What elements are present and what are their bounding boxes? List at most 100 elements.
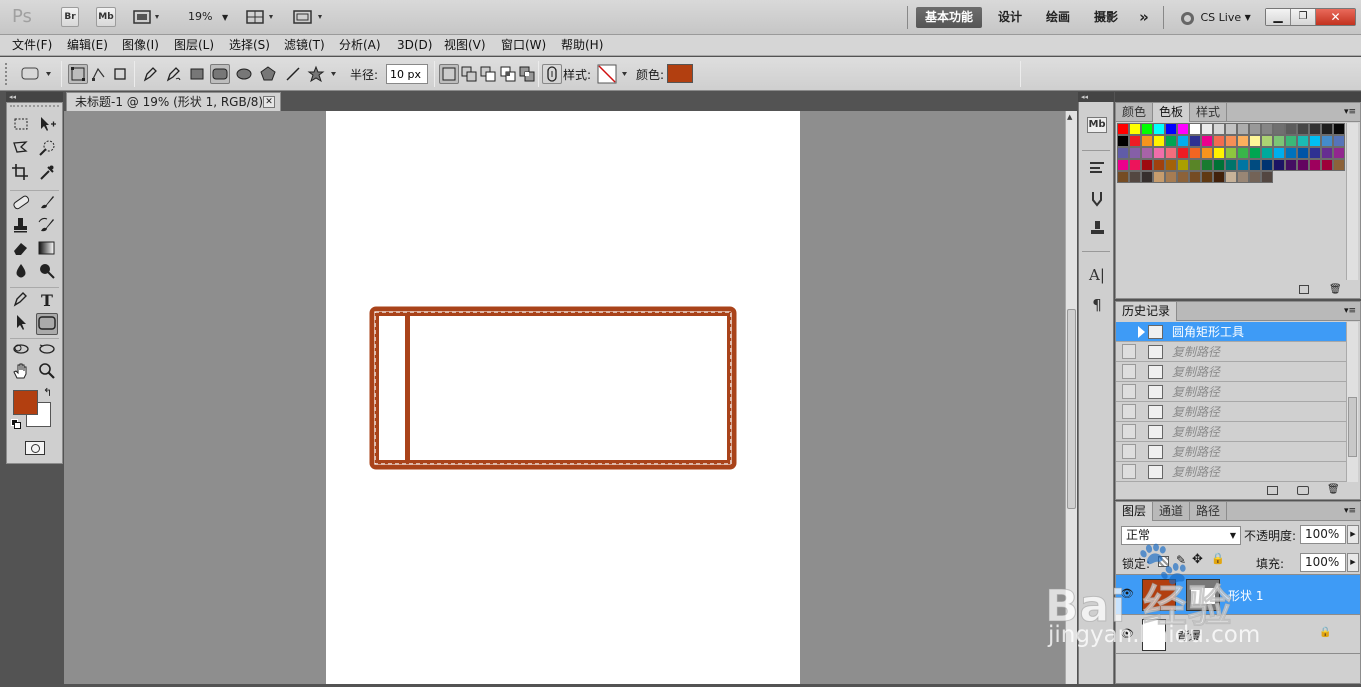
history-item[interactable]: 复制路径: [1116, 382, 1346, 402]
clone-source-button[interactable]: [1084, 219, 1110, 245]
lock-transparent-pixels-icon[interactable]: [1158, 556, 1169, 567]
color-swatch[interactable]: [1153, 171, 1165, 183]
tab-color[interactable]: 颜色: [1116, 103, 1154, 122]
mini-bridge-panel-button[interactable]: Mb: [1087, 117, 1107, 133]
menu-view[interactable]: 视图(V): [444, 37, 486, 54]
menu-image[interactable]: 图像(I): [122, 37, 159, 54]
color-swatch[interactable]: [1189, 171, 1201, 183]
zoom-level[interactable]: 19% ▼: [188, 10, 228, 23]
fill-slider-arrow-icon[interactable]: ▶: [1347, 553, 1359, 572]
color-swatch[interactable]: [1189, 123, 1201, 135]
color-swatch[interactable]: [1177, 123, 1189, 135]
add-to-shape-area-button[interactable]: [459, 64, 479, 84]
menu-select[interactable]: 选择(S): [229, 37, 270, 54]
color-swatch[interactable]: [1177, 135, 1189, 147]
zoom-tool[interactable]: [36, 362, 58, 384]
menu-edit[interactable]: 编辑(E): [67, 37, 108, 54]
color-swatch[interactable]: [1237, 171, 1249, 183]
canvas-area[interactable]: [64, 111, 1065, 684]
color-swatch[interactable]: [1201, 171, 1213, 183]
type-tool[interactable]: T: [36, 290, 58, 312]
color-swatch[interactable]: [1141, 135, 1153, 147]
swatch-grid[interactable]: [1117, 123, 1345, 183]
history-snapshot-checkbox[interactable]: [1122, 444, 1136, 459]
document-tab[interactable]: 未标题-1 @ 19% (形状 1, RGB/8) * ✕: [66, 92, 281, 111]
extras-menu-button[interactable]: [133, 9, 163, 25]
history-item[interactable]: 圆角矩形工具: [1116, 322, 1346, 342]
swatches-scrollbar[interactable]: [1346, 123, 1358, 280]
brushes-panel-button[interactable]: [1084, 189, 1110, 215]
lasso-tool[interactable]: [10, 139, 32, 161]
tab-swatches[interactable]: 色板: [1153, 103, 1191, 122]
3d-orbit-tool[interactable]: [36, 340, 58, 362]
color-swatch[interactable]: [1141, 147, 1153, 159]
color-swatch[interactable]: [1321, 123, 1333, 135]
color-swatch[interactable]: [1333, 147, 1345, 159]
color-swatch[interactable]: [1129, 159, 1141, 171]
layer-row[interactable]: 👁 背景 🔒: [1116, 614, 1360, 654]
shape-color-swatch[interactable]: [667, 64, 693, 83]
color-swatch[interactable]: [1273, 147, 1285, 159]
lock-image-pixels-icon[interactable]: ✎: [1176, 553, 1186, 567]
color-swatch[interactable]: [1273, 135, 1285, 147]
foreground-color-swatch[interactable]: [13, 390, 38, 415]
color-swatch[interactable]: [1273, 159, 1285, 171]
color-swatch[interactable]: [1249, 159, 1261, 171]
color-swatch[interactable]: [1177, 147, 1189, 159]
scroll-up-arrow[interactable]: ▲: [1067, 113, 1072, 121]
color-swatch[interactable]: [1249, 123, 1261, 135]
color-swatch[interactable]: [1153, 159, 1165, 171]
3d-rotate-tool[interactable]: [10, 340, 32, 362]
blend-mode-select[interactable]: 正常 ▼: [1121, 526, 1241, 545]
close-button[interactable]: ✕: [1316, 9, 1355, 25]
shape-layers-mode-button[interactable]: [68, 64, 88, 84]
color-swatch[interactable]: [1213, 147, 1225, 159]
color-swatch[interactable]: [1285, 159, 1297, 171]
line-shape-button[interactable]: [283, 64, 303, 84]
vertical-scrollbar[interactable]: ▲: [1065, 111, 1077, 684]
color-swatch[interactable]: [1201, 147, 1213, 159]
history-item[interactable]: 复制路径: [1116, 442, 1346, 462]
history-item[interactable]: 复制路径: [1116, 362, 1346, 382]
color-swatch[interactable]: [1309, 159, 1321, 171]
new-swatch-icon[interactable]: [1299, 285, 1309, 294]
healing-brush-tool[interactable]: [10, 193, 32, 215]
layer-row[interactable]: 👁 形状 1: [1116, 574, 1360, 614]
delete-state-icon[interactable]: 🗑: [1327, 484, 1340, 495]
eye-icon[interactable]: 👁: [1120, 627, 1134, 640]
freeform-pen-button[interactable]: [163, 64, 183, 84]
history-snapshot-checkbox[interactable]: [1122, 404, 1136, 419]
link-style-button[interactable]: [542, 64, 562, 84]
gradient-tool[interactable]: [36, 239, 58, 261]
rectangle-shape-button[interactable]: [187, 64, 207, 84]
color-swatch[interactable]: [1141, 123, 1153, 135]
document-canvas[interactable]: [326, 111, 800, 684]
eraser-tool[interactable]: [10, 239, 32, 261]
bridge-button[interactable]: Br: [61, 7, 79, 27]
tab-channels[interactable]: 通道: [1153, 502, 1191, 521]
scrollbar-thumb[interactable]: [1067, 309, 1076, 509]
menu-help[interactable]: 帮助(H): [561, 37, 603, 54]
arrange-documents-button[interactable]: [246, 9, 278, 25]
color-swatch[interactable]: [1225, 147, 1237, 159]
history-brush-tool[interactable]: [36, 216, 58, 238]
color-swatch[interactable]: [1261, 135, 1273, 147]
color-swatch[interactable]: [1309, 135, 1321, 147]
color-swatch[interactable]: [1249, 135, 1261, 147]
menu-window[interactable]: 窗口(W): [501, 37, 546, 54]
eyedropper-tool[interactable]: [36, 163, 58, 185]
color-swatch[interactable]: [1249, 147, 1261, 159]
subtract-shape-area-button[interactable]: [478, 64, 498, 84]
delete-swatch-icon[interactable]: 🗑: [1329, 284, 1342, 295]
color-swatch[interactable]: [1189, 147, 1201, 159]
color-swatch[interactable]: [1237, 135, 1249, 147]
quick-mask-button[interactable]: [25, 441, 45, 455]
menu-file[interactable]: 文件(F): [12, 37, 52, 54]
color-swatch[interactable]: [1225, 135, 1237, 147]
color-swatch[interactable]: [1213, 171, 1225, 183]
close-document-icon[interactable]: ✕: [263, 96, 275, 108]
blur-tool[interactable]: [10, 262, 32, 284]
tool-preset-picker[interactable]: [20, 66, 56, 82]
color-swatch[interactable]: [1141, 171, 1153, 183]
paragraph-panel-button[interactable]: ¶: [1084, 292, 1110, 318]
